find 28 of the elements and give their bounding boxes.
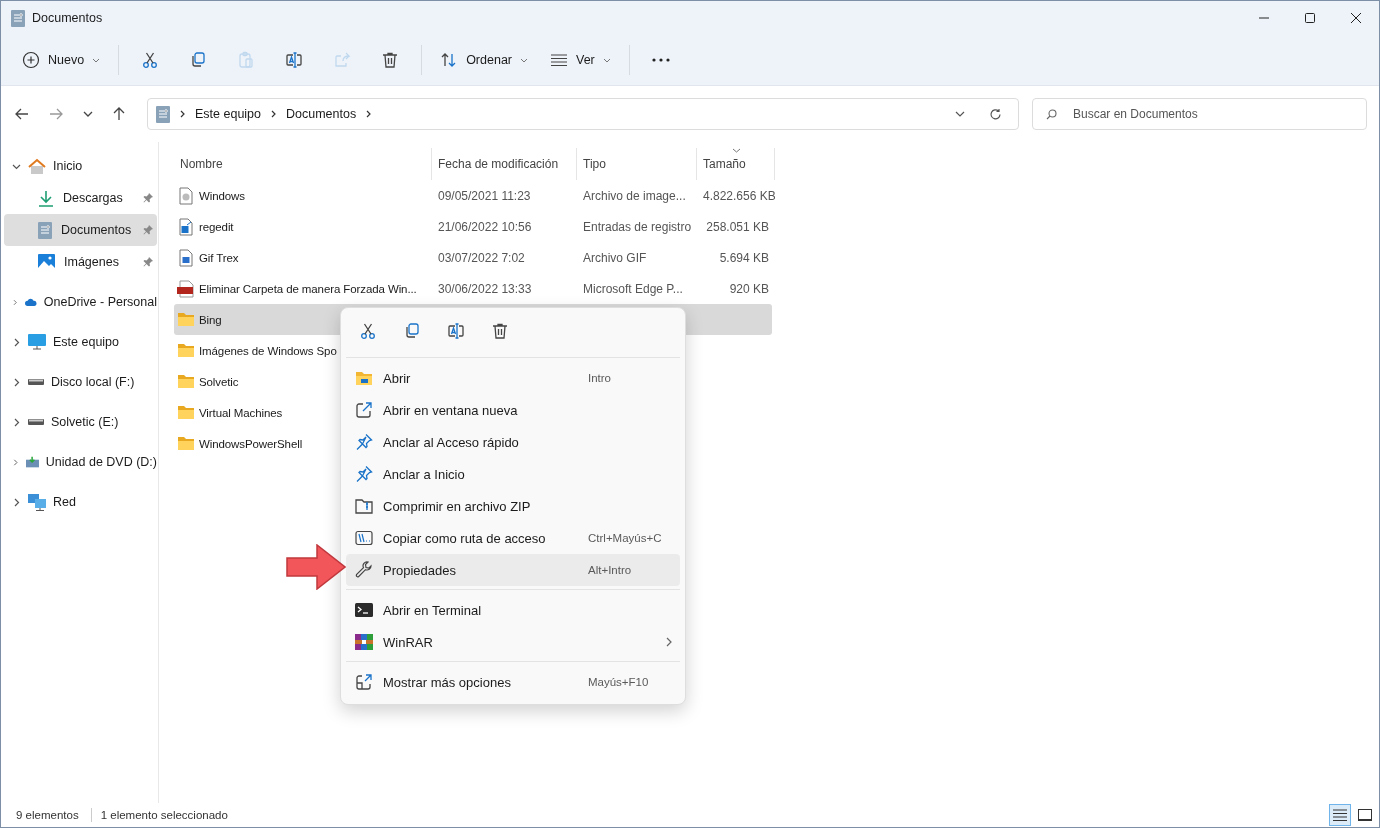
size-cell: 5.694 KB bbox=[719, 250, 769, 265]
size-cell: 920 KB bbox=[729, 281, 769, 296]
type-cell: Microsoft Edge P... bbox=[583, 281, 683, 296]
file-name: regedit bbox=[199, 220, 234, 233]
file-name: WindowsPowerShell bbox=[199, 437, 303, 450]
file-name: Virtual Machines bbox=[199, 406, 283, 419]
shortcut-text: Mayús+F10 bbox=[588, 676, 650, 688]
file-name: Imágenes de Windows Spo bbox=[199, 344, 337, 357]
size-cell: 258.051 KB bbox=[706, 219, 769, 234]
type-cell: Entradas de registro bbox=[583, 219, 692, 234]
window-title: Documentos bbox=[32, 11, 103, 25]
shortcut-text: Alt+Intro bbox=[588, 564, 633, 576]
item-count: 9 elementos bbox=[16, 809, 79, 821]
file-name: Eliminar Carpeta de manera Forzada Win... bbox=[199, 282, 417, 295]
file-name: Windows bbox=[199, 189, 245, 202]
type-cell: Archivo GIF bbox=[583, 250, 647, 265]
date-cell: 30/06/2022 13:33 bbox=[438, 281, 532, 296]
shortcut-text: Intro bbox=[588, 372, 612, 384]
date-cell: 03/07/2022 7:02 bbox=[438, 250, 525, 265]
date-cell: 21/06/2022 10:56 bbox=[438, 219, 532, 234]
size-cell: 4.822.656 KB bbox=[703, 188, 775, 203]
type-cell: Archivo de image... bbox=[583, 188, 686, 203]
date-cell: 09/05/2021 11:23 bbox=[438, 188, 531, 203]
file-name: Gif Trex bbox=[199, 251, 239, 264]
file-name: Solvetic bbox=[199, 375, 239, 388]
selection-count: 1 elemento seleccionado bbox=[100, 809, 228, 821]
shortcut-text: Ctrl+Mayús+C bbox=[588, 532, 663, 544]
file-name: Bing bbox=[199, 313, 222, 326]
